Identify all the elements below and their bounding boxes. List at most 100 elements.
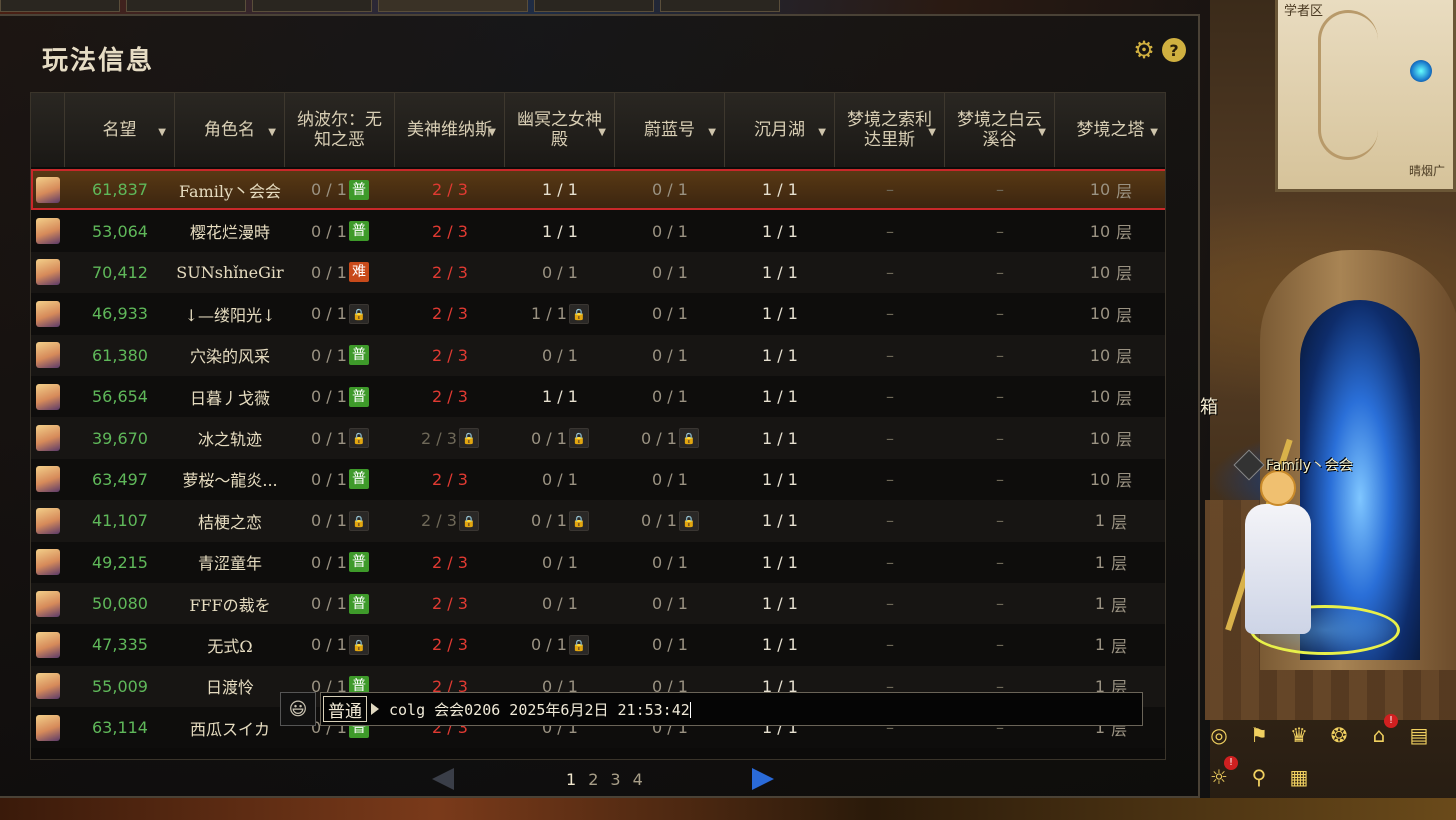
azure-cell-value: 0 / 1	[641, 428, 677, 448]
table-row[interactable]: 49,215 青涩童年 0 / 1普2 / 30 / 10 / 11 / 1– –1 层	[31, 541, 1165, 583]
table-row[interactable]: 46,933 ↓—缕阳光↓ 0 / 1 🔒 2 / 31 / 1 🔒 0 / 11 / 1–…	[31, 293, 1165, 335]
character-name-cell: SUNshǐneGir	[175, 252, 285, 293]
avatar	[36, 300, 60, 327]
sort-arrow-icon[interactable]: ▼	[488, 123, 496, 143]
pet-icon[interactable]: ☼!	[1202, 756, 1238, 794]
character-name-cell-value: 冰之轨迹	[197, 430, 262, 450]
cloud-cell-value: –	[996, 511, 1004, 531]
column-header-azure[interactable]: 蔚蓝号 ▼	[615, 93, 725, 167]
page-number[interactable]: 2	[588, 770, 598, 789]
emote-icon[interactable]: 😃	[280, 692, 316, 726]
chat-input[interactable]: colg 会会0206 2025年6月2日 21:53:42	[389, 699, 691, 720]
table-row[interactable]: 63,497 萝桜～龍炎... 0 / 1普2 / 30 / 10 / 11 / 1…	[31, 458, 1165, 501]
lake-cell-value: 1 / 1	[762, 511, 798, 531]
reputation-cell-value: 63,497	[92, 469, 148, 489]
table-row[interactable]: 47,335 无式Ω 0 / 1 🔒 2 / 30 / 1 🔒 0 / 11 / 1– –1 层	[31, 624, 1165, 666]
floor-unit: 层	[1111, 554, 1128, 574]
minimap[interactable]: 学者区 晴烟广	[1275, 0, 1456, 192]
table-row[interactable]: 39,670 冰之轨迹 0 / 1 🔒 2 / 3 🔒 0 / 1 🔒 0 / 1 🔒 1 / 1–…	[31, 417, 1165, 459]
venus-cell-value: 2 / 3	[432, 594, 468, 614]
venus-cell-value: 2 / 3	[432, 552, 468, 572]
prev-page-icon[interactable]	[432, 768, 454, 790]
cloud-cell-value: –	[996, 304, 1004, 324]
lake-cell: 1 / 1	[725, 459, 835, 500]
tower-cell-value: 10	[1089, 428, 1111, 448]
azure-cell-value: 0 / 1	[652, 552, 688, 572]
player-character[interactable]	[1225, 438, 1325, 645]
channel-arrow-icon[interactable]	[371, 703, 379, 715]
lake-cell-value: 1 / 1	[762, 345, 798, 365]
tab-4[interactable]	[378, 0, 528, 12]
next-page-icon[interactable]	[752, 768, 774, 790]
sort-arrow-icon[interactable]: ▼	[598, 123, 606, 143]
sort-arrow-icon[interactable]: ▼	[268, 123, 276, 143]
sort-arrow-icon[interactable]: ▼	[928, 123, 936, 143]
avatar	[36, 631, 60, 658]
table-row[interactable]: 61,380 穴染的风采 0 / 1普2 / 30 / 10 / 11 / 1– –1…	[31, 334, 1165, 376]
venus-cell-value: 2 / 3	[421, 428, 457, 448]
treasure-icon[interactable]: ❂	[1322, 718, 1356, 752]
table-row[interactable]: 41,107 桔梗之恋 0 / 1 🔒 2 / 3 🔒 0 / 1 🔒 0 / 1 🔒 1 / 1–…	[31, 500, 1165, 542]
avatar	[36, 383, 60, 410]
chat-input-bar[interactable]: 普通 colg 会会0206 2025年6月2日 21:53:42	[320, 692, 1143, 726]
column-header-cloud[interactable]: 梦境之白云溪谷 ▼	[945, 93, 1055, 167]
gear-icon[interactable]: ⚙	[1132, 36, 1156, 64]
column-header-reputation[interactable]: 名望 ▼	[65, 93, 175, 167]
difficulty-badge: 普	[348, 345, 369, 366]
reputation-cell: 47,335	[65, 624, 175, 665]
table-row[interactable]: 61,837 Family丶会会 0 / 1普2 / 31 / 10 / 11 / …	[31, 169, 1165, 211]
solaris-cell-value: –	[886, 511, 894, 531]
venus-cell: 2 / 3	[395, 459, 505, 500]
lake-cell-value: 1 / 1	[762, 428, 798, 448]
tab-2[interactable]	[126, 0, 246, 12]
solaris-cell: –	[835, 583, 945, 624]
page-number[interactable]: 3	[610, 770, 620, 789]
column-header-tower[interactable]: 梦境之塔 ▼	[1055, 93, 1165, 167]
tab-5[interactable]	[534, 0, 654, 12]
house-icon[interactable]: ⌂!	[1362, 714, 1398, 752]
table-row[interactable]: 70,412 SUNshǐneGir 0 / 1难2 / 30 / 10 / 11 …	[31, 251, 1165, 294]
sort-arrow-icon[interactable]: ▼	[818, 123, 826, 143]
cloud-cell-value: –	[996, 469, 1004, 489]
reputation-cell: 46,933	[65, 293, 175, 334]
nabal-cell-value: 0 / 1	[311, 345, 347, 365]
sort-arrow-icon[interactable]: ▼	[158, 123, 166, 143]
column-header-nabal[interactable]: 纳波尔：无知之恶	[285, 93, 395, 167]
help-icon[interactable]: ?	[1162, 38, 1186, 62]
page-number[interactable]: 4	[633, 770, 643, 789]
sort-arrow-icon[interactable]: ▼	[708, 123, 716, 143]
floor-unit: 层	[1116, 388, 1133, 408]
crown-icon[interactable]: ♛	[1282, 718, 1316, 752]
chat-channel-select[interactable]: 普通	[323, 696, 367, 722]
lock-icon: 🔒	[458, 510, 479, 531]
avatar	[36, 218, 60, 245]
table-row[interactable]: 56,654 日暮丿戈薇 0 / 1普2 / 31 / 10 / 11 / 1– –1…	[31, 375, 1165, 418]
chest-icon[interactable]: ▤	[1402, 718, 1436, 752]
column-header-solaris[interactable]: 梦境之索利达里斯 ▼	[835, 93, 945, 167]
tab-6[interactable]	[660, 0, 780, 12]
column-header-label: 梦境之索利达里斯	[847, 110, 932, 150]
reputation-cell: 63,114	[65, 707, 175, 748]
column-header-name[interactable]: 角色名 ▼	[175, 93, 285, 167]
sort-arrow-icon[interactable]: ▼	[1038, 123, 1046, 143]
map-pin-icon[interactable]: ⚲	[1242, 760, 1276, 794]
flag-icon[interactable]: ⚑	[1242, 718, 1276, 752]
nabal-cell-value: 0 / 1	[311, 387, 347, 407]
reputation-cell: 55,009	[65, 666, 175, 707]
table-row[interactable]: 50,080 FFFの裁を 0 / 1普2 / 30 / 10 / 11 / 1– –…	[31, 582, 1165, 625]
column-header-goddess[interactable]: 幽冥之女神殿 ▼	[505, 93, 615, 167]
tab-1[interactable]	[0, 0, 120, 12]
lake-cell: 1 / 1	[725, 500, 835, 541]
text-caret	[689, 702, 691, 718]
goddess-cell-value: 0 / 1	[542, 552, 578, 572]
tab-3[interactable]	[252, 0, 372, 12]
sort-arrow-icon[interactable]: ▼	[1150, 123, 1158, 143]
venus-cell-value: 2 / 3	[421, 511, 457, 531]
book-icon[interactable]: ▦	[1282, 760, 1316, 794]
table-row[interactable]: 53,064 樱花烂漫時 0 / 1普2 / 31 / 10 / 11 / 1– –1…	[31, 210, 1165, 252]
column-header-venus[interactable]: 美神维纳斯 ▼	[395, 93, 505, 167]
column-header-lake[interactable]: 沉月湖 ▼	[725, 93, 835, 167]
page-number[interactable]: 1	[566, 770, 576, 789]
target-icon[interactable]: ◎	[1202, 718, 1236, 752]
cloud-cell-value: –	[996, 180, 1004, 200]
